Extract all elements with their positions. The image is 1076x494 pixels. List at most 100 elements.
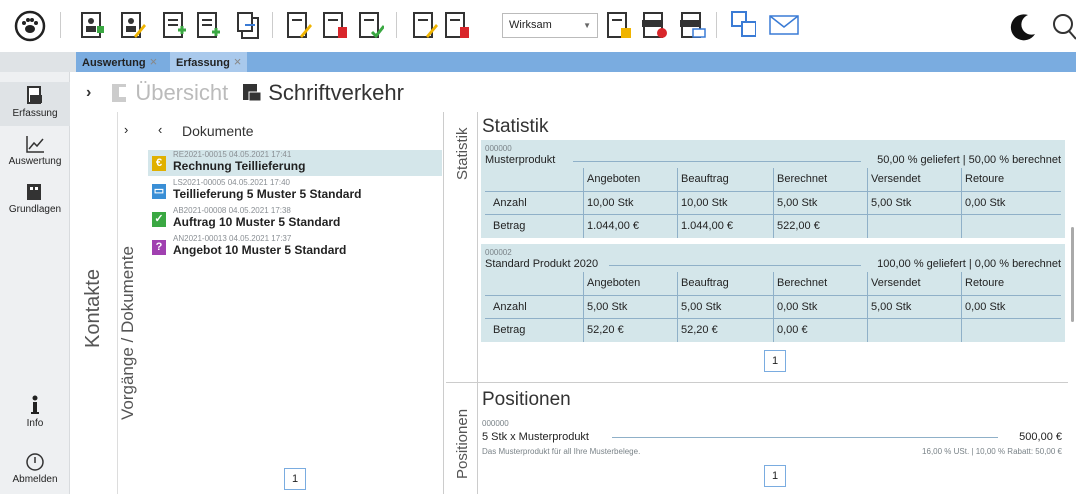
divider xyxy=(961,168,962,238)
chevron-left-icon[interactable]: ‹ xyxy=(158,122,162,137)
divider xyxy=(573,161,861,162)
table-cell: 5,00 Stk xyxy=(871,301,912,313)
document-item[interactable]: ✓ AB2021-00008 04.05.2021 17:38 Auftrag … xyxy=(148,206,442,232)
product-id: 000002 xyxy=(485,248,512,257)
status-select[interactable]: Wirksam ▼ xyxy=(502,13,598,38)
scrollbar[interactable] xyxy=(1070,112,1076,494)
document-item[interactable]: € RE2021-00015 04.05.2021 17:41 Rechnung… xyxy=(148,150,442,176)
dark-mode-icon[interactable] xyxy=(1008,12,1038,42)
document-item[interactable]: ? AN2021-00013 04.05.2021 17:37 Angebot … xyxy=(148,234,442,260)
sidebar-item-abmelden[interactable]: Abmelden xyxy=(0,452,70,485)
documents-title: Dokumente xyxy=(182,123,254,139)
chart-icon xyxy=(26,136,44,153)
chevron-down-icon: ▼ xyxy=(583,21,591,30)
contact-form-icon[interactable] xyxy=(80,10,106,40)
doc-write-icon[interactable] xyxy=(412,10,438,40)
doc-lock-icon[interactable] xyxy=(606,10,632,40)
chevron-right-icon[interactable]: › xyxy=(124,122,128,137)
toolbar: Wirksam ▼ xyxy=(0,0,1076,52)
divider xyxy=(612,437,998,438)
product-name: Standard Produkt 2020 xyxy=(485,258,599,270)
sidebar-item-label: Auswertung xyxy=(8,156,62,167)
table-cell: 0,00 Stk xyxy=(965,197,1006,209)
position-id: 000000 xyxy=(482,419,509,428)
positionen-panel: Positionen 000000 5 Stk x Musterprodukt … xyxy=(478,382,1068,494)
document-meta: AB2021-00008 04.05.2021 17:38 xyxy=(173,206,291,215)
doc-add-icon[interactable] xyxy=(196,10,222,40)
doc-remove-icon[interactable] xyxy=(444,10,470,40)
doc-delete-icon[interactable] xyxy=(322,10,348,40)
sidebar: Erfassung Auswertung Grundlagen Info Abm… xyxy=(0,72,70,494)
mail-icon[interactable] xyxy=(768,10,802,40)
sidebar-item-auswertung[interactable]: Auswertung xyxy=(0,134,70,167)
table-cell: 52,20 € xyxy=(681,324,718,336)
column-header: Retoure xyxy=(965,277,1005,289)
grundlagen-icon xyxy=(27,184,41,200)
order-check-icon: ✓ xyxy=(152,212,166,227)
document-item[interactable]: ▭ LS2021-00005 04.05.2021 17:40 Teillief… xyxy=(148,178,442,204)
tab-overview[interactable]: Übersicht xyxy=(135,80,228,106)
chevron-right-icon[interactable]: › xyxy=(86,84,91,102)
close-icon[interactable]: × xyxy=(150,54,158,69)
documents-page-button[interactable]: 1 xyxy=(284,468,306,490)
statistik-card[interactable]: 000000 Musterprodukt 50,00 % geliefert |… xyxy=(481,140,1065,238)
column-header: Berechnet xyxy=(777,173,828,185)
divider xyxy=(677,168,678,238)
sidebar-item-erfassung[interactable]: Erfassung xyxy=(0,82,70,126)
doc-edit-icon[interactable] xyxy=(286,10,312,40)
sidebar-item-label: Abmelden xyxy=(12,474,58,485)
power-icon xyxy=(26,453,44,471)
tab-erfassung[interactable]: Erfassung × xyxy=(170,52,248,72)
table-cell: 0,00 Stk xyxy=(777,301,818,313)
table-cell: 0,00 Stk xyxy=(965,301,1006,313)
product-id: 000000 xyxy=(485,144,512,153)
table-cell: 52,20 € xyxy=(587,324,624,336)
table-cell: 5,00 Stk xyxy=(871,197,912,209)
doc-approve-icon[interactable] xyxy=(358,10,384,40)
positionen-side-panel[interactable]: Positionen xyxy=(446,382,478,494)
position-item[interactable]: 000000 5 Stk x Musterprodukt 500,00 € Da… xyxy=(482,419,1068,463)
scrollbar-thumb[interactable] xyxy=(1071,227,1074,322)
column-header: Versendet xyxy=(871,173,921,185)
search-icon[interactable] xyxy=(1050,12,1076,42)
statistik-card[interactable]: 000002 Standard Produkt 2020 100,00 % ge… xyxy=(481,244,1065,342)
close-icon[interactable]: × xyxy=(234,54,242,69)
info-icon xyxy=(31,395,39,414)
statistik-side-label: Statistik xyxy=(454,127,471,180)
copy-documents-icon[interactable] xyxy=(730,10,756,40)
statistik-side-panel[interactable]: Statistik xyxy=(446,112,478,382)
paw-logo-icon[interactable] xyxy=(14,10,46,42)
document-title: Teillieferung 5 Muster 5 Standard xyxy=(173,187,362,201)
document-title: Rechnung Teillieferung xyxy=(173,159,306,173)
divider xyxy=(867,168,868,238)
invoice-icon: € xyxy=(152,156,166,171)
document-title: Auftrag 10 Muster 5 Standard xyxy=(173,215,341,229)
kontakte-panel[interactable]: Kontakte xyxy=(72,112,118,494)
position-description: Das Musterprodukt für all Ihre Musterbel… xyxy=(482,447,641,456)
divider xyxy=(961,272,962,342)
doc-copy-icon[interactable] xyxy=(236,10,262,40)
contact-edit-icon[interactable] xyxy=(120,10,146,40)
tab-correspondence[interactable]: Schriftverkehr xyxy=(268,80,404,106)
sidebar-item-grundlagen[interactable]: Grundlagen xyxy=(0,182,70,215)
tab-bar: Auswertung × Erfassung × xyxy=(0,52,1076,72)
sidebar-item-label: Erfassung xyxy=(12,108,58,119)
position-name: 5 Stk x Musterprodukt xyxy=(482,431,589,443)
product-name: Musterprodukt xyxy=(485,154,556,166)
delivery-note-icon: ▭ xyxy=(152,184,166,199)
sidebar-item-info[interactable]: Info xyxy=(0,394,70,429)
positionen-page-button[interactable]: 1 xyxy=(764,465,786,487)
row-label: Anzahl xyxy=(493,301,527,313)
positionen-side-label: Positionen xyxy=(454,408,471,479)
doc-new-icon[interactable] xyxy=(162,10,188,40)
divider xyxy=(677,272,678,342)
vorgaenge-panel[interactable]: Vorgänge / Dokumente xyxy=(118,112,148,494)
divider xyxy=(583,272,584,342)
tab-auswertung[interactable]: Auswertung × xyxy=(76,52,164,72)
xml-mail-icon[interactable] xyxy=(680,10,706,40)
table-cell: 1.044,00 € xyxy=(681,220,733,232)
xml-export-icon[interactable] xyxy=(642,10,668,40)
column-header: Beauftrag xyxy=(681,173,729,185)
statistik-page-button[interactable]: 1 xyxy=(764,350,786,372)
row-label: Betrag xyxy=(493,324,526,336)
